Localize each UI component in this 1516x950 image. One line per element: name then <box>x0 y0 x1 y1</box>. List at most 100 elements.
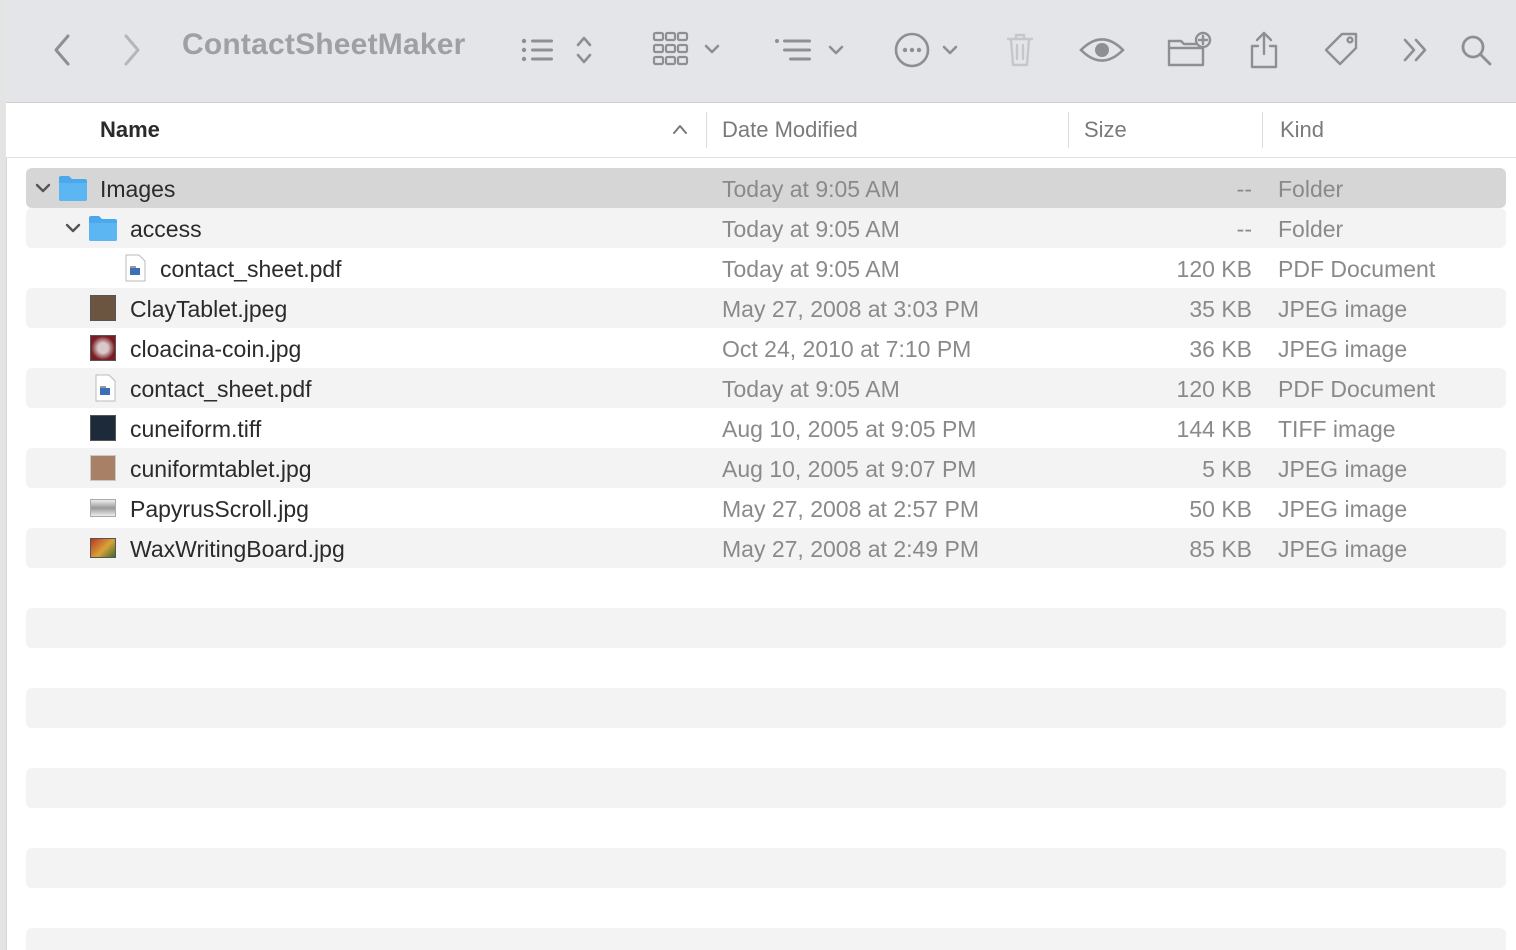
list-view-icon <box>521 38 553 62</box>
row-date: Today at 9:05 AM <box>722 216 900 242</box>
row-date: Today at 9:05 AM <box>722 176 900 202</box>
pdf-file-icon <box>95 374 116 402</box>
row-size: 50 KB <box>1189 496 1252 522</box>
row-name: WaxWritingBoard.jpg <box>130 536 345 562</box>
disclosure-expanded-icon[interactable] <box>64 220 82 236</box>
row-date: Oct 24, 2010 at 7:10 PM <box>722 336 972 362</box>
view-options-button[interactable] <box>514 22 604 78</box>
table-row[interactable]: cuniformtablet.jpg Aug 10, 2005 at 9:07 … <box>26 448 1506 488</box>
folder-icon <box>89 216 117 241</box>
empty-row-stripe <box>26 768 1506 808</box>
column-kind[interactable]: Kind <box>1280 117 1324 143</box>
empty-row-stripe <box>26 928 1506 950</box>
row-kind: JPEG image <box>1278 336 1408 362</box>
sort-ascending-icon <box>673 125 687 134</box>
row-name: access <box>130 216 202 242</box>
row-size: -- <box>1236 216 1252 242</box>
row-date: May 27, 2008 at 2:57 PM <box>722 496 979 522</box>
row-kind: TIFF image <box>1278 416 1396 442</box>
row-size: 120 KB <box>1176 376 1252 402</box>
new-folder-icon <box>1167 31 1212 67</box>
forward-button[interactable] <box>112 22 152 78</box>
trash-icon <box>1006 33 1034 67</box>
column-header: Name Date Modified Size Kind <box>6 103 1516 158</box>
row-name: cuniformtablet.jpg <box>130 456 312 482</box>
row-date: May 27, 2008 at 3:03 PM <box>722 296 979 322</box>
row-kind: PDF Document <box>1278 256 1436 282</box>
group-button[interactable] <box>772 22 858 78</box>
row-size: 85 KB <box>1189 536 1252 562</box>
search-icon <box>1461 35 1492 66</box>
action-more-button[interactable] <box>894 22 974 78</box>
row-date: Today at 9:05 AM <box>722 256 900 282</box>
sort-updown-icon <box>576 36 592 64</box>
image-thumbnail <box>90 335 116 361</box>
row-kind: PDF Document <box>1278 376 1436 402</box>
empty-row-stripe <box>26 688 1506 728</box>
column-divider[interactable] <box>706 112 707 148</box>
column-date-modified[interactable]: Date Modified <box>722 117 858 143</box>
pdf-file-icon <box>125 254 146 282</box>
chevron-down-icon <box>704 44 720 54</box>
image-thumbnail <box>90 415 116 441</box>
image-thumbnail <box>90 295 116 321</box>
column-divider[interactable] <box>1262 112 1263 148</box>
row-kind: JPEG image <box>1278 456 1408 482</box>
window-title: ContactSheetMaker <box>182 28 466 61</box>
row-size: -- <box>1236 176 1252 202</box>
column-name[interactable]: Name <box>100 117 160 143</box>
row-name: contact_sheet.pdf <box>130 376 312 402</box>
tag-icon <box>1324 32 1358 66</box>
row-name: cloacina-coin.jpg <box>130 336 302 362</box>
more-icon <box>894 32 930 68</box>
column-size[interactable]: Size <box>1084 117 1127 143</box>
back-button[interactable] <box>42 22 82 78</box>
row-date: Today at 9:05 AM <box>722 376 900 402</box>
table-row[interactable]: PapyrusScroll.jpg May 27, 2008 at 2:57 P… <box>26 488 1506 528</box>
image-thumbnail <box>90 499 116 517</box>
group-icon <box>775 39 811 61</box>
row-date: Aug 10, 2005 at 9:05 PM <box>722 416 977 442</box>
quicklook-button[interactable] <box>1076 22 1128 78</box>
row-kind: JPEG image <box>1278 536 1408 562</box>
row-kind: JPEG image <box>1278 296 1408 322</box>
empty-row-stripe <box>26 608 1506 648</box>
trash-button[interactable] <box>1000 22 1040 78</box>
quicklook-eye-icon <box>1079 38 1125 62</box>
table-row[interactable]: WaxWritingBoard.jpg May 27, 2008 at 2:49… <box>26 528 1506 568</box>
search-button[interactable] <box>1456 22 1496 78</box>
toolbar: ContactSheetMaker <box>6 0 1516 103</box>
group-grid-button[interactable] <box>650 22 730 78</box>
image-thumbnail <box>90 455 116 481</box>
empty-row-stripe <box>26 848 1506 888</box>
row-kind: JPEG image <box>1278 496 1408 522</box>
row-name: Images <box>100 176 176 202</box>
tag-button[interactable] <box>1320 22 1364 78</box>
table-row[interactable]: Images Today at 9:05 AM -- Folder <box>26 168 1506 208</box>
row-size: 5 KB <box>1202 456 1252 482</box>
table-row[interactable]: contact_sheet.pdf Today at 9:05 AM 120 K… <box>26 368 1506 408</box>
row-name: PapyrusScroll.jpg <box>130 496 309 522</box>
table-row[interactable]: contact_sheet.pdf Today at 9:05 AM 120 K… <box>26 248 1506 288</box>
row-size: 36 KB <box>1189 336 1252 362</box>
row-date: May 27, 2008 at 2:49 PM <box>722 536 979 562</box>
row-name: contact_sheet.pdf <box>160 256 342 282</box>
share-button[interactable] <box>1244 22 1284 78</box>
row-kind: Folder <box>1278 176 1344 202</box>
toolbar-overflow-button[interactable] <box>1396 22 1436 78</box>
column-divider[interactable] <box>1068 112 1069 148</box>
new-folder-button[interactable] <box>1164 22 1214 78</box>
table-row[interactable]: access Today at 9:05 AM -- Folder <box>26 208 1506 248</box>
row-size: 144 KB <box>1176 416 1252 442</box>
image-thumbnail <box>90 538 116 558</box>
row-date: Aug 10, 2005 at 9:07 PM <box>722 456 977 482</box>
disclosure-expanded-icon[interactable] <box>34 180 52 196</box>
share-icon <box>1250 31 1278 69</box>
table-row[interactable]: ClayTablet.jpeg May 27, 2008 at 3:03 PM … <box>26 288 1506 328</box>
grid-view-icon <box>652 31 689 66</box>
table-row[interactable]: cloacina-coin.jpg Oct 24, 2010 at 7:10 P… <box>26 328 1506 368</box>
row-name: ClayTablet.jpeg <box>130 296 288 322</box>
table-row[interactable]: cuneiform.tiff Aug 10, 2005 at 9:05 PM 1… <box>26 408 1506 448</box>
row-size: 35 KB <box>1189 296 1252 322</box>
row-kind: Folder <box>1278 216 1344 242</box>
